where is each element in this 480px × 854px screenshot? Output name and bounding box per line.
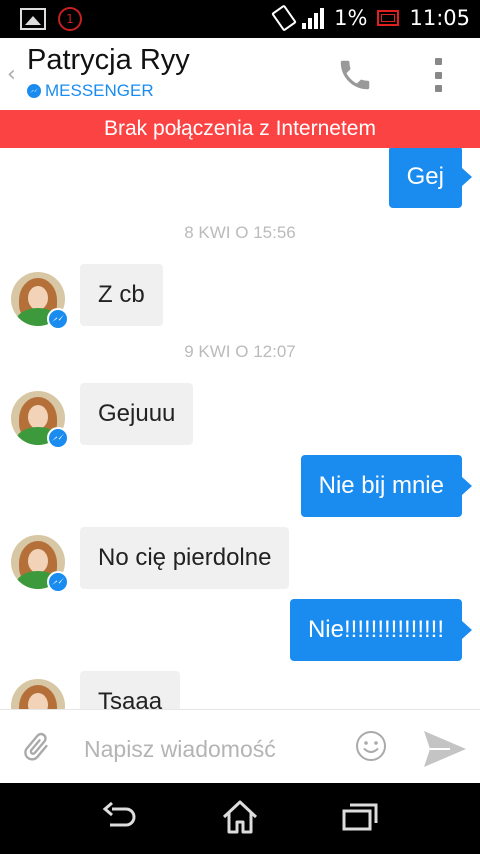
menu-dot-icon — [434, 58, 442, 65]
contact-name[interactable]: Patrycja Ryy — [27, 44, 190, 77]
status-bar: 1 1% 11:05 — [0, 0, 480, 38]
message-timestamp: 8 KWI O 15:56 — [184, 223, 296, 242]
messenger-bolt-icon — [27, 84, 41, 98]
recent-apps-icon — [342, 803, 378, 831]
call-button[interactable] — [336, 56, 374, 94]
incoming-message[interactable]: Gejuuu — [80, 383, 194, 445]
no-connection-banner: Brak połączenia z Internetem — [0, 110, 480, 148]
signal-icon — [302, 7, 325, 29]
back-arrow-icon — [102, 801, 136, 827]
image-notification-icon — [20, 8, 46, 30]
menu-dot-icon — [434, 71, 442, 79]
paperclip-icon — [24, 732, 48, 761]
message-input[interactable] — [82, 728, 346, 770]
outgoing-message[interactable]: Gej — [388, 148, 473, 208]
nav-recents-button[interactable] — [340, 799, 380, 835]
outgoing-message[interactable]: Nie bij mnie — [300, 455, 473, 517]
notification-count: 1 — [66, 12, 74, 26]
overflow-menu-button[interactable] — [428, 58, 448, 92]
messenger-label-text: MESSENGER — [45, 81, 154, 100]
incoming-message[interactable]: Tsaaa — [80, 671, 181, 709]
nav-back-button[interactable] — [100, 799, 140, 835]
vibrate-icon — [271, 4, 298, 32]
system-navigation-bar — [0, 783, 480, 854]
home-icon — [222, 800, 258, 834]
message-thread[interactable]: Gej 8 KWI O 15:56 Z cb 9 KWI O 12:07 Gej… — [0, 148, 480, 709]
messenger-badge-icon — [47, 308, 69, 330]
nav-home-button[interactable] — [220, 799, 260, 835]
menu-dot-icon — [434, 85, 442, 92]
message-composer — [0, 709, 480, 784]
attach-button[interactable] — [18, 730, 54, 766]
messenger-badge-icon — [47, 571, 69, 593]
back-chevron-icon[interactable]: ‹ — [7, 62, 16, 87]
messenger-label: MESSENGER — [27, 81, 154, 101]
incoming-message[interactable]: Z cb — [80, 264, 163, 326]
message-timestamp: 9 KWI O 12:07 — [184, 342, 296, 361]
incoming-message[interactable]: No cię pierdolne — [80, 527, 290, 589]
battery-icon — [377, 10, 400, 26]
phone-icon — [340, 60, 370, 90]
clock: 11:05 — [409, 6, 470, 30]
notification-count-icon: 1 — [58, 7, 82, 31]
emoji-button[interactable] — [355, 730, 387, 762]
battery-percent: 1% — [334, 6, 368, 30]
contact-avatar[interactable] — [11, 679, 65, 709]
send-icon — [424, 731, 466, 767]
smiley-icon — [356, 731, 386, 761]
conversation-header: ‹ Patrycja Ryy MESSENGER — [0, 38, 480, 110]
messenger-badge-icon — [47, 427, 69, 449]
send-button[interactable] — [420, 728, 468, 770]
outgoing-message[interactable]: Nie!!!!!!!!!!!!!!! — [289, 599, 473, 661]
